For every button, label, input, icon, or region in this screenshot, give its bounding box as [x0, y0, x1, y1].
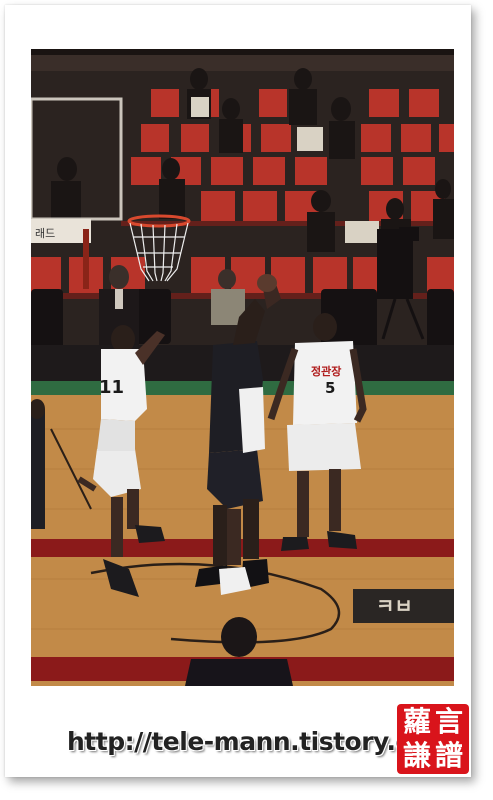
seal-char-1: 蘿	[403, 705, 432, 738]
red-seal-stamp: 蘿 言 謙 譜	[397, 704, 469, 774]
backboard-sign: 래드	[35, 227, 55, 240]
court-logo-text: ㅋㅂ	[376, 594, 413, 618]
basketball-photo: 래드 ㅋㅂ 11 정관장 5	[31, 49, 454, 686]
seal-char-4: 譜	[435, 739, 464, 772]
jersey-number-right: 5	[325, 379, 335, 397]
watermark-url: http://tele-mann.tistory.com	[67, 727, 453, 756]
photo-frame: 래드 ㅋㅂ 11 정관장 5 http://tele-mann.tistory.…	[5, 5, 471, 777]
player-edge-left	[31, 399, 45, 529]
jersey-team-text: 정관장	[311, 364, 341, 378]
seal-char-3: 謙	[403, 739, 432, 772]
seal-char-2: 言	[435, 705, 464, 738]
basketball	[257, 274, 277, 292]
jersey-number-left: 11	[99, 377, 124, 398]
court-line	[31, 539, 454, 557]
